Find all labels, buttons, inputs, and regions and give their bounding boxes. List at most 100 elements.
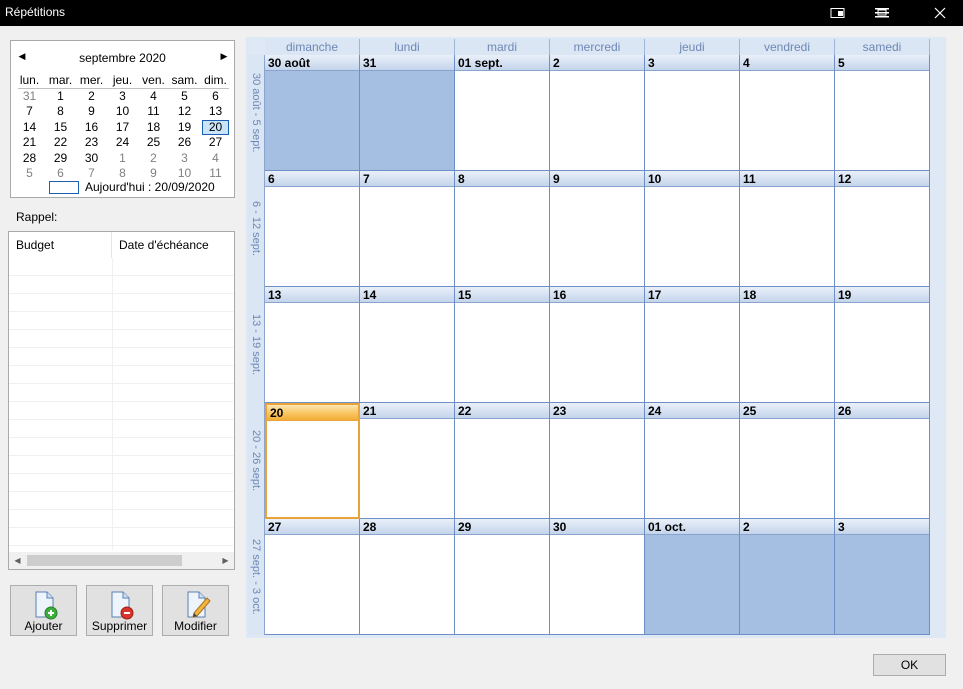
mini-day[interactable]: 18 bbox=[138, 120, 169, 135]
mini-day[interactable]: 13 bbox=[200, 104, 231, 119]
scroll-right-icon[interactable]: ▶ bbox=[217, 552, 234, 569]
mini-day[interactable]: 2 bbox=[76, 89, 107, 104]
day-cell[interactable]: 11 bbox=[740, 171, 835, 287]
mini-day[interactable]: 5 bbox=[14, 166, 45, 181]
day-cell[interactable]: 8 bbox=[455, 171, 550, 287]
today-marker bbox=[49, 180, 79, 194]
mini-day[interactable]: 17 bbox=[107, 120, 138, 135]
day-cell[interactable]: 13 bbox=[265, 287, 360, 403]
week-label[interactable]: 30 août - 5 sept. bbox=[248, 55, 265, 171]
mini-day[interactable]: 7 bbox=[14, 104, 45, 119]
mini-day[interactable]: 22 bbox=[45, 135, 76, 150]
mini-day[interactable]: 10 bbox=[107, 104, 138, 119]
weekday-label: ven. bbox=[142, 73, 165, 87]
mini-day[interactable]: 2 bbox=[138, 151, 169, 166]
mini-day[interactable]: 21 bbox=[14, 135, 45, 150]
reminder-list[interactable]: Budget Date d'échéance ◀ ▶ bbox=[8, 231, 235, 570]
day-cell[interactable]: 19 bbox=[835, 287, 930, 403]
day-number: 31 bbox=[360, 55, 454, 71]
mini-day[interactable]: 16 bbox=[76, 120, 107, 135]
mini-day[interactable]: 28 bbox=[14, 151, 45, 166]
mini-day[interactable]: 30 bbox=[76, 151, 107, 166]
today-label: Aujourd'hui : 20/09/2020 bbox=[85, 180, 215, 194]
mini-day[interactable]: 4 bbox=[138, 89, 169, 104]
delete-button[interactable]: Supprimer bbox=[86, 585, 153, 636]
options-button[interactable] bbox=[859, 0, 905, 26]
scroll-thumb[interactable] bbox=[27, 555, 182, 566]
close-button[interactable] bbox=[917, 0, 963, 26]
day-number: 20 bbox=[267, 405, 358, 421]
day-cell[interactable]: 17 bbox=[645, 287, 740, 403]
mini-day[interactable]: 31 bbox=[14, 89, 45, 104]
day-cell[interactable]: 18 bbox=[740, 287, 835, 403]
mini-day[interactable]: 27 bbox=[200, 135, 231, 150]
day-cell[interactable]: 10 bbox=[645, 171, 740, 287]
help-button[interactable] bbox=[815, 0, 861, 26]
mini-day[interactable]: 26 bbox=[169, 135, 200, 150]
day-cell[interactable]: 4 bbox=[740, 55, 835, 171]
day-cell-today[interactable]: 20 bbox=[265, 403, 360, 519]
day-cell[interactable]: 3 bbox=[835, 519, 930, 635]
mini-day[interactable]: 23 bbox=[76, 135, 107, 150]
day-cell[interactable]: 22 bbox=[455, 403, 550, 519]
day-cell[interactable]: 26 bbox=[835, 403, 930, 519]
mini-day[interactable]: 6 bbox=[200, 89, 231, 104]
day-cell[interactable]: 01 oct. bbox=[645, 519, 740, 635]
day-cell[interactable]: 9 bbox=[550, 171, 645, 287]
day-cell[interactable]: 28 bbox=[360, 519, 455, 635]
day-cell[interactable]: 25 bbox=[740, 403, 835, 519]
day-cell[interactable]: 12 bbox=[835, 171, 930, 287]
weekday-label: sam. bbox=[171, 73, 198, 87]
day-cell[interactable]: 3 bbox=[645, 55, 740, 171]
ok-button[interactable]: OK bbox=[873, 654, 946, 676]
day-cell[interactable]: 24 bbox=[645, 403, 740, 519]
mini-day[interactable]: 14 bbox=[14, 120, 45, 135]
day-cell[interactable]: 23 bbox=[550, 403, 645, 519]
mini-day[interactable]: 5 bbox=[169, 89, 200, 104]
mini-day[interactable]: 3 bbox=[107, 89, 138, 104]
day-cell[interactable]: 29 bbox=[455, 519, 550, 635]
horizontal-scrollbar[interactable]: ◀ ▶ bbox=[9, 552, 234, 569]
day-cell[interactable]: 15 bbox=[455, 287, 550, 403]
mini-day[interactable]: 9 bbox=[76, 104, 107, 119]
mini-day[interactable]: 8 bbox=[45, 104, 76, 119]
day-cell[interactable]: 7 bbox=[360, 171, 455, 287]
window-icon bbox=[830, 8, 845, 18]
mini-day[interactable]: 29 bbox=[45, 151, 76, 166]
day-cell[interactable]: 2 bbox=[740, 519, 835, 635]
day-cell[interactable]: 30 août bbox=[265, 55, 360, 171]
mini-day[interactable]: 1 bbox=[107, 151, 138, 166]
week-label[interactable]: 27 sept. - 3 oct. bbox=[248, 519, 265, 635]
day-cell[interactable]: 21 bbox=[360, 403, 455, 519]
column-budget[interactable]: Budget bbox=[9, 232, 112, 258]
day-cell[interactable]: 6 bbox=[265, 171, 360, 287]
day-cell[interactable]: 14 bbox=[360, 287, 455, 403]
week-label[interactable]: 6 - 12 sept. bbox=[248, 171, 265, 287]
mini-day[interactable]: 25 bbox=[138, 135, 169, 150]
mini-day-today[interactable]: 20 bbox=[202, 119, 229, 136]
edit-button[interactable]: Modifier bbox=[162, 585, 229, 636]
mini-day[interactable]: 19 bbox=[169, 120, 200, 135]
mini-day[interactable]: 24 bbox=[107, 135, 138, 150]
day-cell[interactable]: 27 bbox=[265, 519, 360, 635]
day-cell[interactable]: 30 bbox=[550, 519, 645, 635]
day-cell[interactable]: 31 bbox=[360, 55, 455, 171]
mini-day[interactable]: 4 bbox=[200, 151, 231, 166]
weekday-header: lun. mar. mer. jeu. ven. sam. dim. bbox=[14, 73, 231, 87]
mini-day[interactable]: 15 bbox=[45, 120, 76, 135]
day-cell[interactable]: 5 bbox=[835, 55, 930, 171]
scroll-left-icon[interactable]: ◀ bbox=[9, 552, 26, 569]
mini-day[interactable]: 12 bbox=[169, 104, 200, 119]
column-due-date[interactable]: Date d'échéance bbox=[112, 232, 209, 258]
add-button[interactable]: Ajouter bbox=[10, 585, 77, 636]
week-label[interactable]: 13 - 19 sept. bbox=[248, 287, 265, 403]
mini-day[interactable]: 11 bbox=[138, 104, 169, 119]
day-cell[interactable]: 2 bbox=[550, 55, 645, 171]
mini-day[interactable]: 3 bbox=[169, 151, 200, 166]
day-cell[interactable]: 16 bbox=[550, 287, 645, 403]
today-link[interactable]: Aujourd'hui : 20/09/2020 bbox=[49, 180, 215, 194]
mini-day[interactable]: 1 bbox=[45, 89, 76, 104]
day-cell[interactable]: 01 sept. bbox=[455, 55, 550, 171]
delete-label: Supprimer bbox=[91, 619, 148, 633]
week-label[interactable]: 20 - 26 sept. bbox=[248, 403, 265, 519]
